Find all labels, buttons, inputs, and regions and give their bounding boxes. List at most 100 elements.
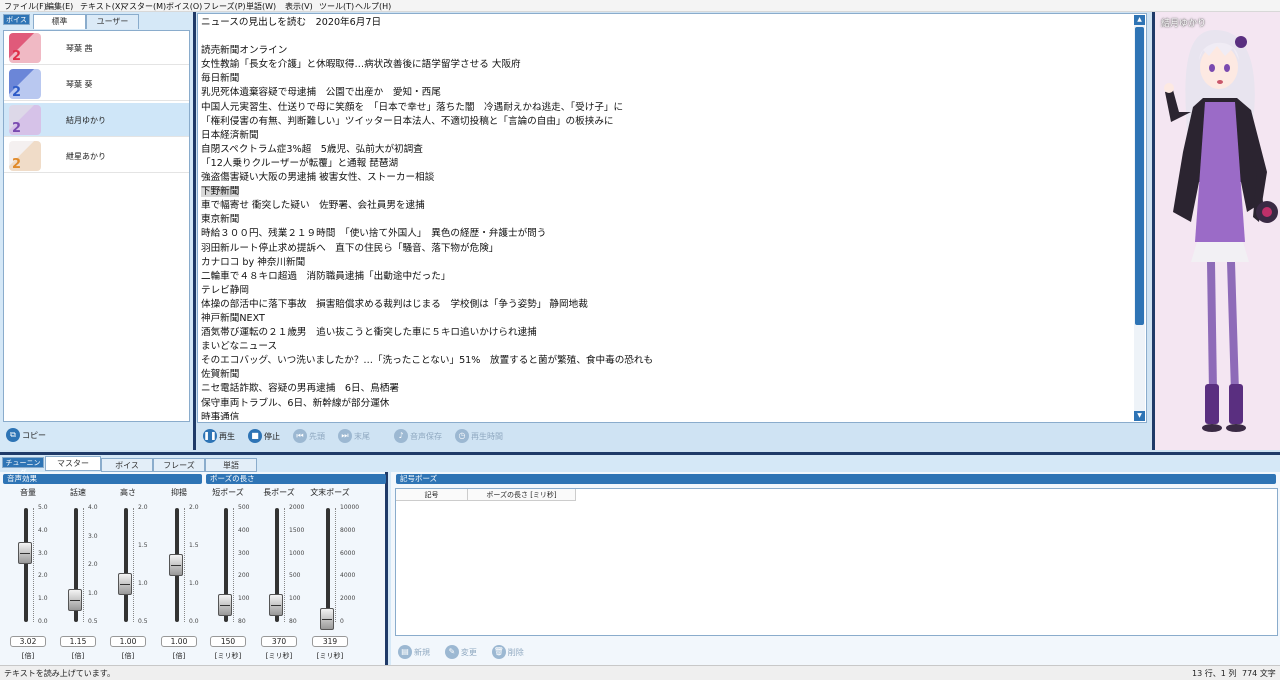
player-bar: ❚❚ 再生 ■ 停止 ⏮ 先頭 ⏭ 末尾 ♪ 音声保存 ◷ 再生時間 (197, 426, 1147, 448)
slider-tick-label: 2000 (289, 504, 305, 511)
slider-tick-label: 1.5 (189, 542, 199, 549)
slider-ticks (33, 508, 37, 622)
copy-button[interactable]: ⧉ コピー (6, 428, 46, 444)
edit-button[interactable]: ✎ 変更 (444, 645, 477, 659)
text-line: 女性教諭「長女を介護」と休暇取得…病状改善後に語学留学させる 大阪府 (201, 58, 1131, 72)
slider-unit: [倍] (121, 652, 135, 660)
menu-item-0[interactable]: ファイル(F) (4, 1, 47, 12)
menu-item-4[interactable]: ボイス(O) (166, 1, 202, 12)
text-editor[interactable]: ニュースの見出しを読む 2020年6月7日 読売新聞オンライン 女性教諭「長女を介護… (197, 13, 1147, 423)
text-line-content: 二輪車で４８キロ超過 消防職員逮捕「出動途中だった」 (201, 270, 451, 282)
head-button[interactable]: ⏮ 先頭 (293, 429, 325, 443)
slider-knob[interactable] (269, 593, 283, 616)
slider-knob[interactable] (118, 573, 132, 596)
slider-knob[interactable] (68, 589, 82, 612)
new-button[interactable]: ▤ 新規 (398, 645, 430, 659)
voice-item[interactable]: 2 琴葉 葵 (4, 67, 189, 101)
slider-label: 抑揚 (171, 488, 187, 497)
character-illustration (1164, 30, 1278, 432)
slider-label: 文末ポーズ (310, 488, 350, 497)
slider-tick-label: 2.0 (88, 561, 98, 568)
slider: 短ポーズ 500 400 300 200 100 80 150 [ミリ秒] (203, 483, 253, 663)
slider-tick-label: 0.5 (88, 618, 98, 625)
col-symbol-header[interactable]: 記号 (396, 489, 468, 501)
text-line-content: そのエコバッグ、いつ洗いましたか？…「洗ったことない」51% 放置すると菌が繁殖… (201, 355, 654, 367)
tab-master[interactable]: マスター (45, 456, 101, 471)
slider-track[interactable] (24, 508, 28, 622)
slider-value-field[interactable]: 3.02 (10, 636, 46, 647)
text-line: 保守車両トラブル、6日、新幹線が部分運休 (201, 397, 1131, 411)
voice-version-badge: 2 (12, 49, 22, 63)
new-label: 新規 (414, 647, 430, 657)
slider-knob[interactable] (18, 542, 32, 565)
scroll-up-icon[interactable]: ▲ (1134, 15, 1145, 25)
text-line-content: 時事通信 (201, 411, 240, 420)
status-bar: テキストを読み上げています。 13 行、1 列 774 文字 (0, 665, 1280, 680)
stop-button[interactable]: ■ 停止 (248, 429, 280, 443)
menu-item-5[interactable]: フレーズ(P) (203, 1, 246, 12)
slider-knob[interactable] (169, 554, 183, 576)
slider-track[interactable] (326, 508, 330, 622)
voice-avatar: 2 (9, 69, 41, 99)
slider-tick-label: 2.0 (189, 504, 199, 511)
menu-item-2[interactable]: テキスト(X) (80, 1, 123, 12)
skip-end-icon: ⏭ (338, 429, 352, 443)
char-count: 774 文字 (1242, 669, 1276, 678)
scroll-thumb[interactable] (1135, 27, 1144, 325)
col-pause-length-header[interactable]: ポーズの長さ [ミリ秒] (468, 489, 576, 501)
save-audio-button[interactable]: ♪ 音声保存 (394, 429, 442, 443)
slider-tick-label: 400 (238, 526, 250, 534)
pause-buttons: ▤ 新規 ✎ 変更 🗑 削除 (398, 645, 524, 659)
text-area[interactable]: ニュースの見出しを読む 2020年6月7日 読売新聞オンライン 女性教諭「長女を介護… (201, 16, 1131, 420)
voice-item[interactable]: 2 結月ゆかり (4, 103, 189, 137)
text-line: 東京新聞 (201, 213, 1131, 227)
slider-label: 音量 (20, 488, 36, 497)
slider-value-field[interactable]: 1.15 (60, 636, 96, 647)
voice-item[interactable]: 2 琴葉 茜 (4, 31, 189, 65)
voice-item[interactable]: 2 紲星あかり (4, 139, 189, 173)
text-line-content: 「権利侵害の有無、判断難しい」ツイッター日本法人、不適切投稿と「言論の自由」の板… (201, 115, 614, 127)
menu-item-1[interactable]: 編集(E) (46, 1, 73, 12)
play-button[interactable]: ❚❚ 再生 (203, 429, 235, 443)
slider-tick-label: 200 (238, 572, 250, 580)
slider-tick-label: 80 (238, 618, 246, 625)
tab-phrase[interactable]: フレーズ (153, 458, 205, 472)
slider-knob[interactable] (320, 607, 334, 630)
slider-value-field[interactable]: 1.00 (161, 636, 197, 647)
text-line-content: 読売新聞オンライン (201, 45, 288, 57)
tab-standard[interactable]: 標準 (33, 14, 86, 29)
status-message: テキストを読み上げています。 (4, 669, 115, 678)
menu-item-3[interactable]: マスター(M) (121, 1, 166, 12)
slider-value-field[interactable]: 150 (210, 636, 246, 647)
tab-voice[interactable]: ボイス (101, 458, 153, 472)
menu-item-6[interactable]: 単語(W) (246, 1, 276, 12)
tuning-label: チューニング (2, 457, 44, 477)
slider-unit: [倍] (71, 652, 85, 660)
slider-unit: [ミリ秒] (214, 652, 242, 660)
tab-word[interactable]: 単語 (205, 458, 257, 472)
tab-user[interactable]: ユーザー (86, 14, 139, 29)
slider-value-field[interactable]: 370 (261, 636, 297, 647)
slider-value-field[interactable]: 1.00 (110, 636, 146, 647)
slider-track[interactable] (124, 508, 128, 622)
slider-knob[interactable] (218, 593, 232, 616)
text-line (201, 30, 1131, 44)
slider-ticks (284, 508, 288, 622)
text-line-content: 自閉スペクトラム症3%超 5歳児、弘前大が初調査 (201, 143, 423, 155)
slider: 抑揚 2.0 1.5 1.0 0.0 1.00 [倍] (154, 483, 204, 663)
text-line: 毎日新聞 (201, 72, 1131, 86)
text-line-content: カナロコ by 神奈川新聞 (201, 256, 306, 268)
slider-value-field[interactable]: 319 (312, 636, 348, 647)
menu-item-8[interactable]: ツール(T) (319, 1, 354, 12)
text-line: まいどなニュース (201, 340, 1131, 354)
scroll-down-icon[interactable]: ▼ (1134, 411, 1145, 421)
menu-item-7[interactable]: 表示(V) (285, 1, 313, 12)
menu-bar: ファイル(F) 編集(E) テキスト(X) マスター(M) ボイス(O) フレーズ(P) 単… (0, 0, 1280, 12)
menu-item-9[interactable]: ヘルプ(H) (355, 1, 391, 12)
delete-button[interactable]: 🗑 削除 (491, 645, 524, 659)
play-time-button[interactable]: ◷ 再生時間 (455, 429, 503, 443)
tail-button[interactable]: ⏭ 末尾 (338, 429, 370, 443)
symbol-pause-table[interactable]: 記号 ポーズの長さ [ミリ秒] (395, 488, 1278, 636)
stop-icon: ■ (248, 429, 262, 443)
editor-scrollbar[interactable]: ▲ ▼ (1134, 15, 1145, 421)
